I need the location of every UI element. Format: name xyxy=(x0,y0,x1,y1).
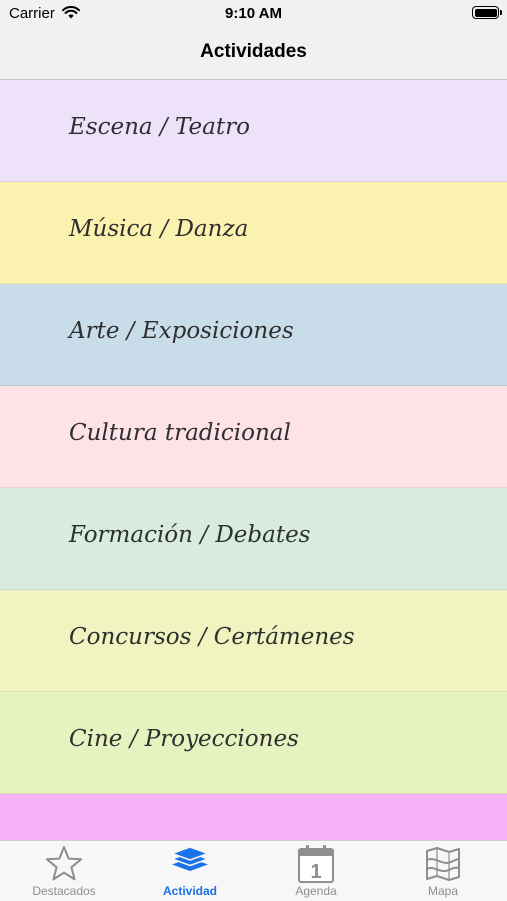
category-label: Cultura tradicional xyxy=(69,420,291,446)
category-row-formacion-debates[interactable]: Formación / Debates xyxy=(0,488,507,590)
category-row-musica-danza[interactable]: Música / Danza xyxy=(0,182,507,284)
category-label: Escena / Teatro xyxy=(69,114,250,140)
category-row-cine-proyecciones[interactable]: Cine / Proyecciones xyxy=(0,692,507,794)
tab-destacados[interactable]: Destacados xyxy=(1,841,127,901)
tab-actividad[interactable]: Actividad xyxy=(127,841,253,901)
category-row-partial[interactable] xyxy=(0,794,507,840)
category-row-cultura-tradicional[interactable]: Cultura tradicional xyxy=(0,386,507,488)
category-label: Arte / Exposiciones xyxy=(69,318,294,344)
category-label: Cine / Proyecciones xyxy=(69,726,299,752)
tab-label: Actividad xyxy=(162,884,217,898)
category-list[interactable]: Escena / Teatro Música / Danza Arte / Ex… xyxy=(0,80,507,840)
page-title: Actividades xyxy=(200,41,307,62)
category-row-concursos-certamenes[interactable]: Concursos / Certámenes xyxy=(0,590,507,692)
map-icon xyxy=(423,844,463,884)
calendar-icon: 1 xyxy=(296,844,336,884)
clock: 9:10 AM xyxy=(225,5,282,22)
tab-mapa[interactable]: Mapa xyxy=(380,841,506,901)
tab-agenda[interactable]: 1 Agenda xyxy=(253,841,379,901)
tab-label: Destacados xyxy=(32,884,96,898)
tab-label: Agenda xyxy=(295,884,337,898)
category-label: Concursos / Certámenes xyxy=(69,624,355,650)
status-bar: Carrier 9:10 AM xyxy=(0,0,507,30)
calendar-day: 1 xyxy=(310,861,321,883)
category-label: Música / Danza xyxy=(69,216,249,242)
layers-icon xyxy=(169,844,211,884)
category-row-escena-teatro[interactable]: Escena / Teatro xyxy=(0,80,507,182)
navigation-bar: Actividades xyxy=(0,30,507,80)
star-icon xyxy=(44,844,84,884)
category-label: Formación / Debates xyxy=(69,522,311,548)
tab-bar: Destacados Actividad 1 Agenda Mapa xyxy=(0,840,507,901)
tab-label: Mapa xyxy=(427,884,459,898)
battery-icon xyxy=(472,6,502,19)
category-row-arte-exposiciones[interactable]: Arte / Exposiciones xyxy=(0,284,507,386)
